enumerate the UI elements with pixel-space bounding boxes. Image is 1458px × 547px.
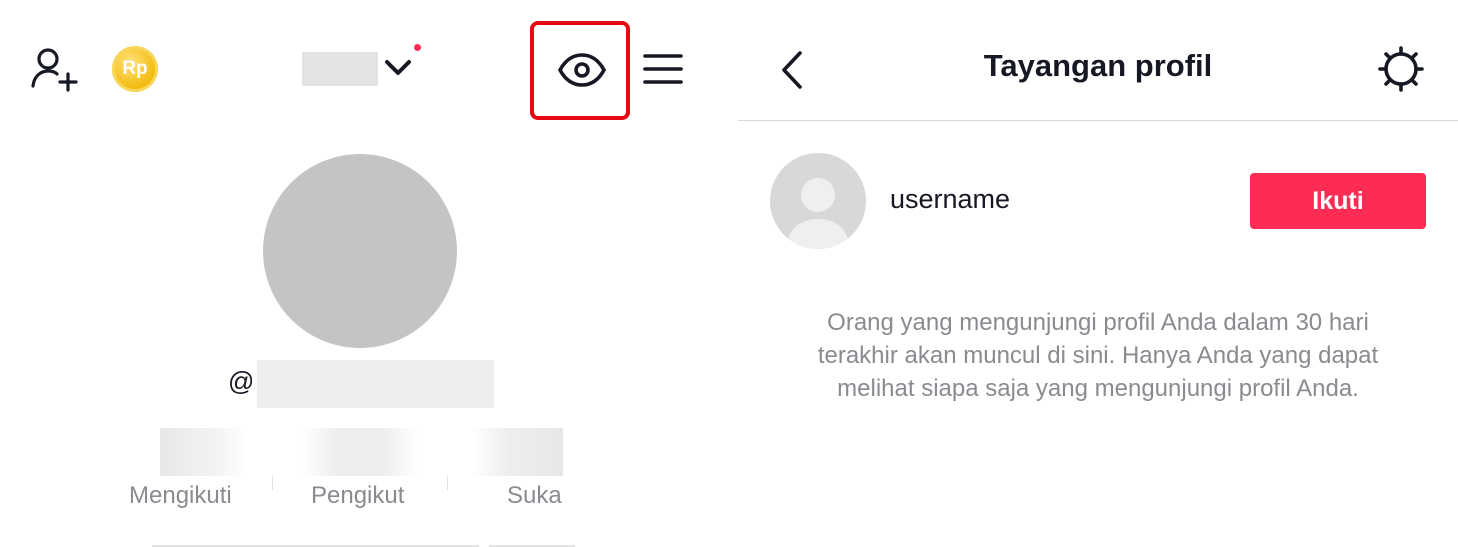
page-title: Tayangan profil (983, 48, 1213, 83)
profile-views-info: Orang yang mengunjungi profil Anda dalam… (778, 306, 1418, 405)
followers-count-redacted (300, 428, 420, 476)
handle-redacted (257, 360, 494, 408)
header-divider (738, 120, 1458, 121)
handle-prefix: @ (228, 366, 255, 396)
likes-stat-label: Suka (507, 482, 562, 509)
info-line: terakhir akan muncul di sini. Hanya Anda… (817, 342, 1379, 369)
followers-stat-label[interactable]: Pengikut (311, 482, 404, 510)
visitor-username[interactable]: username (890, 184, 1010, 215)
coin-label: Rp (122, 58, 148, 79)
likes-count-redacted (472, 428, 563, 476)
following-stat-label[interactable]: Mengikuti (129, 482, 232, 510)
gear-icon[interactable] (1378, 46, 1424, 92)
profile-screen: Rp @ Mengikuti Pengikut Suka (0, 0, 718, 547)
notification-dot (414, 44, 421, 51)
follow-button[interactable]: Ikuti (1250, 173, 1426, 229)
stat-divider (447, 476, 448, 490)
coin-icon[interactable]: Rp (112, 46, 158, 92)
info-line: melihat siapa saja yang mengunjungi prof… (837, 375, 1359, 402)
avatar[interactable] (263, 154, 457, 348)
stat-divider (272, 476, 273, 490)
add-user-icon[interactable] (28, 44, 80, 96)
menu-icon[interactable] (640, 48, 686, 90)
profile-views-screen: Tayangan profil username Ikuti Orang yan… (738, 0, 1458, 547)
visitor-avatar[interactable] (770, 153, 866, 249)
eye-icon[interactable] (556, 44, 608, 96)
account-name-redacted[interactable] (302, 52, 378, 86)
chevron-down-icon[interactable] (382, 54, 414, 82)
following-count-redacted (160, 428, 246, 476)
info-line: Orang yang mengunjungi profil Anda dalam… (827, 309, 1369, 336)
